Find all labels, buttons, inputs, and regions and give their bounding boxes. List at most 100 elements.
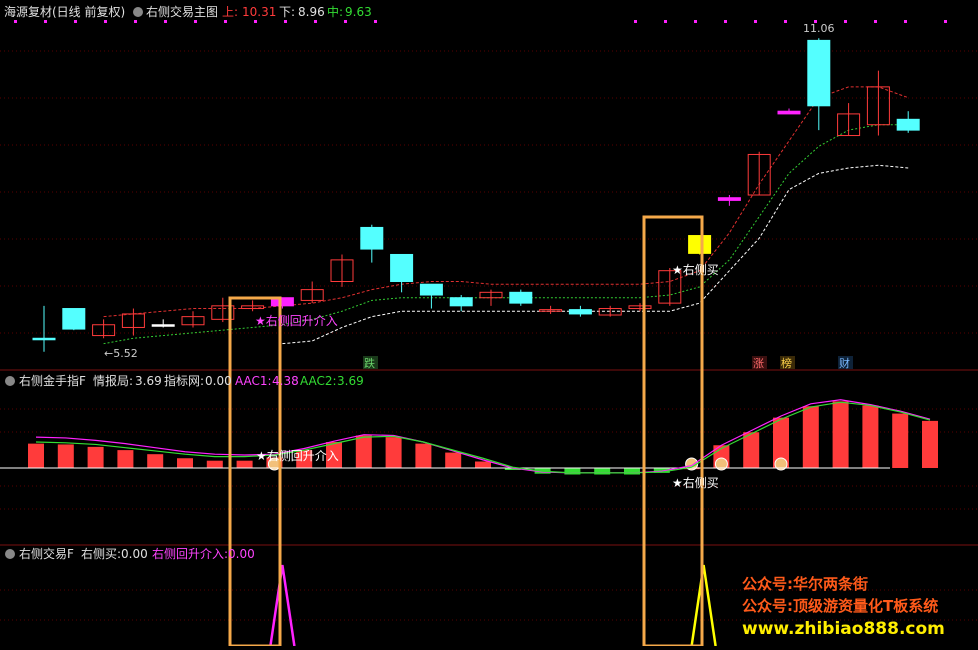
signal-spike bbox=[690, 564, 717, 647]
mid-label: 中: bbox=[327, 4, 343, 19]
candle-body bbox=[896, 118, 920, 131]
top-dot-marker bbox=[284, 20, 287, 23]
panel2-title: 右侧金手指F bbox=[19, 373, 86, 388]
watermark-line2: 公众号:顶级游资量化T板系统 bbox=[742, 597, 938, 615]
oscillator-bar bbox=[594, 468, 611, 475]
oscillator-bar bbox=[862, 405, 879, 468]
watermark-line3: www.zhibiao888.com bbox=[742, 619, 945, 639]
top-dot-marker bbox=[724, 20, 727, 23]
candle-body bbox=[717, 197, 741, 201]
panel3-label1: 右侧买: bbox=[81, 546, 121, 561]
svg-text:涨: 涨 bbox=[753, 357, 764, 370]
oscillator-bar bbox=[206, 460, 223, 468]
main-indicator-name: 右侧交易主图 bbox=[146, 4, 218, 19]
candle-body bbox=[688, 235, 712, 254]
main-signal-rebound: ★右侧回升介入 bbox=[255, 313, 338, 328]
oscillator-bar bbox=[475, 461, 491, 468]
panel2-label2: 指标网: bbox=[164, 373, 204, 388]
candle-body bbox=[62, 308, 86, 330]
panel3-title: 右侧交易F bbox=[19, 546, 74, 561]
top-dot-marker bbox=[664, 20, 667, 23]
high-price-marker: 11.06 bbox=[803, 22, 835, 35]
panel2-value4: 3.69 bbox=[337, 374, 364, 388]
main-stock-title: 海源复材(日线 前复权) bbox=[4, 4, 125, 19]
candle-body bbox=[509, 291, 533, 304]
top-dot-marker bbox=[754, 20, 757, 23]
top-dot-marker bbox=[904, 20, 907, 23]
panel3-value2: 0.00 bbox=[228, 547, 255, 561]
panel3-value1: 0.00 bbox=[121, 547, 148, 561]
panel2-signal-buy: ★右侧买 bbox=[672, 475, 719, 490]
middle-band-line bbox=[103, 124, 909, 345]
candle-body bbox=[807, 39, 831, 107]
top-dot-marker bbox=[634, 20, 637, 23]
oscillator-bar bbox=[147, 454, 164, 468]
highlight-box-rebound bbox=[228, 296, 282, 648]
candle-body bbox=[32, 337, 56, 341]
top-dot-marker bbox=[74, 20, 77, 23]
oscillator-bar bbox=[802, 406, 819, 468]
candle-body bbox=[568, 309, 592, 315]
candle-body bbox=[390, 253, 414, 282]
oscillator-bar bbox=[57, 444, 74, 468]
oscillator-bar bbox=[415, 443, 432, 468]
panel3-label2: 右侧回升介入: bbox=[152, 546, 228, 561]
watermark-line1: 公众号:华尔两条街 bbox=[742, 575, 868, 593]
top-dot-marker bbox=[344, 20, 347, 23]
oscillator-bar bbox=[624, 468, 640, 475]
oscillator-bar bbox=[564, 468, 581, 475]
up-label: 上: bbox=[222, 5, 238, 19]
top-dot-marker bbox=[844, 20, 847, 23]
signal-spike bbox=[269, 564, 296, 647]
main-signal-buy: ★右侧买 bbox=[672, 262, 719, 277]
top-dot-marker bbox=[104, 20, 107, 23]
svg-text:榜: 榜 bbox=[781, 356, 792, 370]
down-label: 下: bbox=[279, 5, 295, 19]
panel3-header: 右侧交易F 右侧买: 0.00 右侧回升介入: 0.00 bbox=[5, 546, 255, 561]
top-dot-marker bbox=[134, 20, 137, 23]
low-price-marker: ←5.52 bbox=[104, 347, 138, 360]
upper-band-line bbox=[103, 86, 909, 318]
panel2-label4: AAC2: bbox=[300, 374, 337, 388]
panel2-value1: 3.69 bbox=[135, 374, 162, 388]
oscillator-bar bbox=[355, 435, 372, 468]
chart-canvas: 海源复材(日线 前复权) 右侧交易主图 上: 10.31 下: 8.96 中: … bbox=[0, 4, 978, 648]
oscillator-bar bbox=[236, 460, 253, 468]
oscillator-bar bbox=[28, 443, 44, 468]
up-value: 10.31 bbox=[242, 5, 276, 19]
tag-die: 跌 bbox=[363, 356, 378, 370]
panel2-label1: 情报局: bbox=[93, 373, 133, 388]
top-dot-marker bbox=[14, 20, 17, 23]
top-dot-marker bbox=[44, 20, 47, 23]
panel2-label3: AAC1: bbox=[235, 374, 272, 388]
top-dot-marker bbox=[374, 20, 377, 23]
top-dot-marker bbox=[314, 20, 317, 23]
chevron-circle-icon[interactable] bbox=[5, 549, 15, 559]
svg-text:跌: 跌 bbox=[364, 356, 375, 370]
panel2-value2: 0.00 bbox=[205, 374, 232, 388]
tag-cai: 财 bbox=[838, 356, 853, 370]
candle-body bbox=[777, 110, 801, 115]
oscillator-bar bbox=[922, 420, 938, 468]
top-dot-marker bbox=[254, 20, 257, 23]
top-dot-marker bbox=[224, 20, 227, 23]
chevron-circle-icon[interactable] bbox=[133, 7, 143, 17]
candle-body bbox=[419, 283, 443, 296]
top-dot-marker bbox=[194, 20, 197, 23]
svg-text:财: 财 bbox=[839, 356, 850, 370]
candle-body bbox=[449, 297, 473, 307]
candle-body bbox=[360, 226, 384, 250]
top-dot-marker bbox=[944, 20, 947, 23]
main-header: 海源复材(日线 前复权) 右侧交易主图 上: 10.31 下: 8.96 中: … bbox=[4, 4, 372, 19]
mid-value: 9.63 bbox=[345, 5, 372, 19]
top-dot-marker bbox=[784, 20, 787, 23]
oscillator-bar bbox=[117, 450, 134, 468]
panel2-header: 右侧金手指F 情报局: 3.69 指标网: 0.00 AAC1: 4.38 AA… bbox=[5, 373, 364, 388]
panel2-signal-rebound: ★右侧回升介入 bbox=[256, 448, 339, 463]
oscillator-bar bbox=[177, 458, 193, 468]
candle-body bbox=[151, 324, 175, 327]
tag-bang: 榜 bbox=[780, 356, 795, 370]
top-dot-marker bbox=[694, 20, 697, 23]
chevron-circle-icon[interactable] bbox=[5, 376, 15, 386]
down-value: 8.96 bbox=[298, 5, 325, 19]
